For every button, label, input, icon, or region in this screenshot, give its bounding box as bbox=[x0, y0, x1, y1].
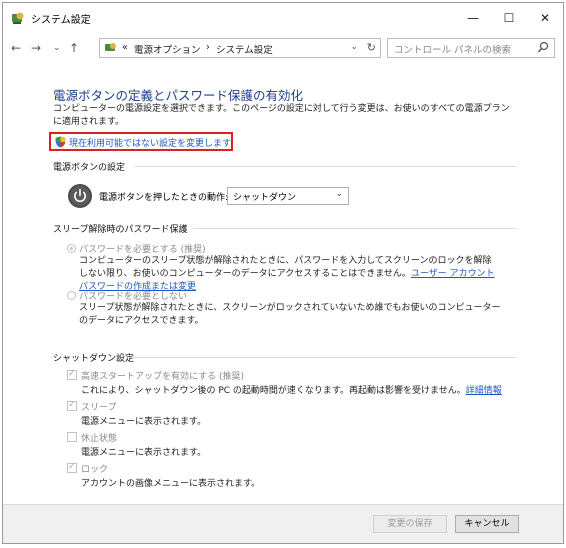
minimize-button[interactable]: — bbox=[455, 7, 491, 29]
sleep-description: 電源メニューに表示されます。 bbox=[81, 417, 207, 427]
require-password-radio[interactable] bbox=[67, 244, 76, 253]
save-changes-button[interactable]: 変更の保存 bbox=[373, 515, 447, 533]
fast-startup-label: 高速スタートアップを有効にする (推奨) bbox=[81, 372, 244, 382]
cancel-button[interactable]: キャンセル bbox=[455, 515, 519, 533]
no-password-label: パスワードを必要としない bbox=[79, 292, 188, 302]
hibernate-checkbox[interactable] bbox=[67, 432, 77, 442]
control-panel-icon bbox=[105, 43, 116, 51]
page-title: 電源ボタンの定義とパスワード保護の有効化 bbox=[53, 88, 304, 103]
title-bar: システム設定 — ☐ ✕ bbox=[3, 3, 563, 33]
admin-link-highlight[interactable]: 現在利用可能ではない設定を変更します bbox=[49, 132, 233, 151]
up-arrow-icon[interactable]: ↑ bbox=[69, 41, 79, 55]
refresh-icon[interactable]: ↻ bbox=[367, 41, 376, 54]
checkmark-icon: ✓ bbox=[68, 400, 76, 410]
no-password-radio[interactable] bbox=[67, 291, 76, 300]
sleep-label: スリープ bbox=[81, 403, 117, 413]
search-input[interactable]: コントロール パネルの検索 bbox=[394, 42, 511, 56]
chevron-down-icon: ⌄ bbox=[335, 189, 343, 199]
forward-arrow-icon[interactable]: → bbox=[31, 41, 41, 55]
sleep-checkbox[interactable]: ✓ bbox=[67, 400, 77, 411]
power-button-icon bbox=[68, 184, 92, 208]
uac-shield-icon bbox=[55, 136, 66, 148]
lock-checkbox[interactable]: ✓ bbox=[67, 462, 77, 473]
checkmark-icon: ✓ bbox=[68, 369, 76, 379]
power-button-action-value: シャットダウン bbox=[233, 193, 297, 203]
power-button-heading: 電源ボタンの設定 bbox=[53, 163, 126, 173]
section-divider bbox=[193, 228, 517, 229]
hibernate-description: 電源メニューに表示されます。 bbox=[81, 448, 207, 458]
maximize-button[interactable]: ☐ bbox=[491, 7, 527, 29]
power-button-action-select[interactable]: シャットダウン ⌄ bbox=[227, 187, 349, 205]
learn-more-link[interactable]: 詳細情報 bbox=[466, 386, 502, 396]
fast-startup-description: これにより、シャットダウン後の PC の起動時間が速くなります。再起動は影響を受… bbox=[81, 386, 502, 396]
checkmark-icon: ✓ bbox=[68, 462, 76, 472]
footer-bar: 変更の保存 キャンセル bbox=[3, 504, 563, 543]
change-unavailable-settings-link[interactable]: 現在利用可能ではない設定を変更します bbox=[69, 136, 231, 149]
lock-description: アカウントの画像メニューに表示されます。 bbox=[81, 479, 261, 489]
address-prefix-icon[interactable]: « bbox=[122, 42, 128, 53]
hibernate-label: 休止状態 bbox=[81, 434, 118, 444]
page-description: コンピューターの電源設定を選択できます。このページの設定に対して行う変更は、お使… bbox=[53, 104, 510, 127]
breadcrumb-power-options[interactable]: 電源オプション bbox=[134, 42, 201, 56]
breadcrumb-system-settings[interactable]: システム設定 bbox=[216, 42, 273, 56]
shutdown-settings-heading: シャットダウン設定 bbox=[53, 354, 135, 364]
section-divider bbox=[135, 166, 517, 167]
no-password-description: スリープ状態が解除されたときに、スクリーンがロックされていないため誰でもお使いの… bbox=[79, 303, 501, 326]
recent-locations-icon[interactable]: ⌄ bbox=[53, 41, 61, 55]
address-bar-row: ← → ⌄ ↑ « 電源オプション › システム設定 ⌄ ↻ コントロール パネ… bbox=[3, 35, 563, 63]
system-settings-window: システム設定 — ☐ ✕ ← → ⌄ ↑ « 電源オプション › システム設定 … bbox=[2, 2, 564, 544]
search-box[interactable]: コントロール パネルの検索 bbox=[387, 38, 555, 58]
close-button[interactable]: ✕ bbox=[527, 7, 563, 29]
address-box[interactable]: « 電源オプション › システム設定 ⌄ ↻ bbox=[99, 38, 381, 58]
window-title: システム設定 bbox=[31, 15, 91, 26]
section-divider bbox=[129, 357, 517, 358]
main-content: 電源ボタンの定義とパスワード保護の有効化 コンピューターの電源設定を選択できます… bbox=[3, 65, 563, 505]
address-dropdown-icon[interactable]: ⌄ bbox=[350, 42, 358, 52]
require-password-label: パスワードを必要とする (推奨) bbox=[79, 245, 206, 255]
breadcrumb-separator-icon: › bbox=[206, 42, 210, 53]
fast-startup-checkbox[interactable]: ✓ bbox=[67, 369, 77, 380]
back-arrow-icon[interactable]: ← bbox=[11, 41, 21, 55]
control-panel-icon bbox=[12, 12, 24, 24]
search-icon[interactable] bbox=[537, 41, 549, 55]
power-button-action-label: 電源ボタンを押したときの動作: bbox=[99, 193, 229, 203]
password-protection-heading: スリープ解除時のパスワード保護 bbox=[53, 225, 188, 235]
lock-label: ロック bbox=[81, 465, 109, 475]
